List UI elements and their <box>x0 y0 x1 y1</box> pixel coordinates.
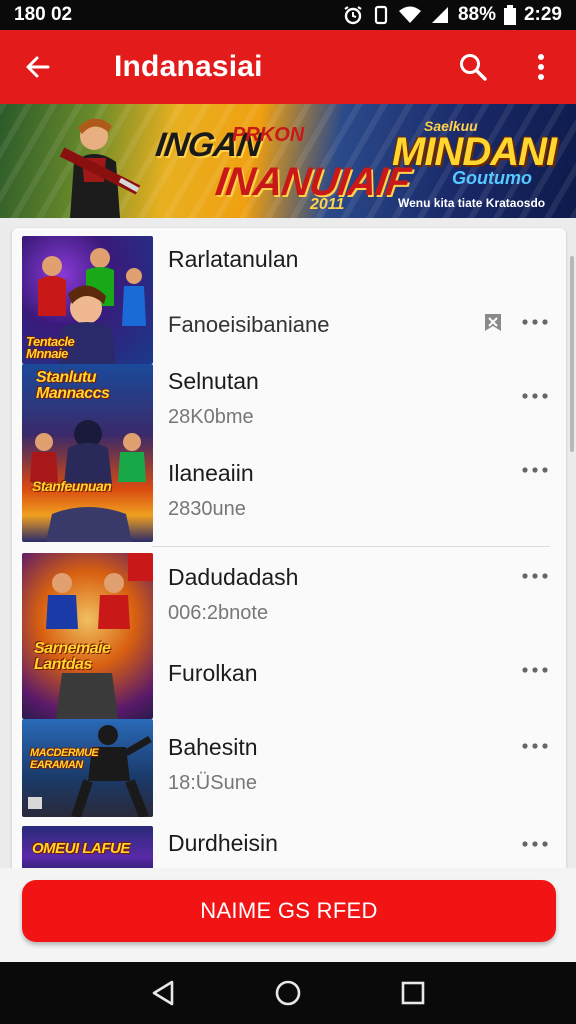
heroes-illustration <box>46 553 153 719</box>
wifi-icon <box>398 6 421 23</box>
item-title[interactable]: Selnutan <box>168 368 259 395</box>
banner-guitarist-illustration <box>60 118 140 218</box>
game-thumbnail[interactable]: Stanlutu Mannaccs Stanfeunuan <box>22 364 153 542</box>
thumbnail-caption: MACDERMUE EARAMAN <box>30 747 99 771</box>
more-dots-icon <box>522 667 548 673</box>
more-options-button[interactable] <box>520 736 550 756</box>
more-dots-icon <box>522 319 548 325</box>
item-title[interactable]: Furolkan <box>168 660 257 687</box>
game-list: Tentacle Mnnaie Stanlutu Mannaccs Stanfeun… <box>12 228 566 878</box>
back-arrow-icon <box>26 56 50 78</box>
item-title[interactable]: Fanoeisibaniane <box>168 312 329 338</box>
thumbnail-caption: OMEUI LAFUE <box>32 840 130 857</box>
more-dots-icon <box>522 841 548 847</box>
pin-icon <box>485 314 501 331</box>
more-dots-icon <box>522 743 548 749</box>
game-thumbnail[interactable]: Tentacle Mnnaie <box>22 236 153 364</box>
vibrate-icon <box>374 5 388 25</box>
nav-home-icon <box>275 980 301 1006</box>
more-options-button[interactable] <box>520 386 550 406</box>
more-dots-icon <box>522 573 548 579</box>
more-options-button[interactable] <box>520 834 550 854</box>
battery-icon <box>503 5 516 25</box>
status-time: 2:29 <box>523 4 562 25</box>
overflow-menu-icon <box>538 54 544 80</box>
status-bar: 180 02 88% 2:29 <box>0 0 576 30</box>
more-options-button[interactable] <box>520 460 550 480</box>
nav-recents-button[interactable] <box>393 973 433 1013</box>
nav-recents-icon <box>402 981 425 1005</box>
more-options-button[interactable] <box>520 566 550 586</box>
item-subtitle: 28K0bme <box>168 406 254 428</box>
thumbnail-caption: Tentacle Mnnaie <box>26 334 75 361</box>
item-title[interactable]: Durdheisin <box>168 830 278 857</box>
banner-logo-sub: Goutumo <box>452 168 532 188</box>
more-options-button[interactable] <box>520 660 550 680</box>
thumbnail-caption: Stanfeunuan <box>32 478 112 494</box>
more-dots-icon <box>522 393 548 399</box>
search-button[interactable] <box>440 30 506 104</box>
item-title[interactable]: Dadudadash <box>168 564 298 591</box>
banner-tagline: Wenu kita tiate Krataosdo <box>398 196 546 210</box>
thumbnail-caption: Sarnemaie Lantdas <box>34 640 111 673</box>
battery-percent: 88% <box>457 4 496 25</box>
more-options-button[interactable] <box>520 312 550 332</box>
back-button[interactable] <box>0 30 76 104</box>
item-title[interactable]: Rarlatanulan <box>168 246 298 273</box>
item-subtitle: 2830une <box>168 498 246 520</box>
banner-headline-1b: PRKON <box>232 124 305 146</box>
nav-back-button[interactable] <box>143 973 183 1013</box>
alarm-icon <box>344 6 362 25</box>
status-icons: 88% 2:29 <box>342 4 562 26</box>
game-thumbnail[interactable]: MACDERMUE EARAMAN <box>22 719 153 817</box>
item-subtitle: 18:ÜSune <box>168 772 257 794</box>
primary-action-button[interactable]: NAIME GS RFED <box>22 880 556 942</box>
item-title[interactable]: Ilaneaiin <box>168 460 254 487</box>
overflow-menu-button[interactable] <box>506 30 576 104</box>
nav-home-button[interactable] <box>268 973 308 1013</box>
page-title: Indanasiai <box>114 50 263 83</box>
pin-button[interactable] <box>482 312 504 334</box>
promo-banner[interactable]: INGAN PRKON INANUIAIF 2011 Saelkuu MINDA… <box>0 104 576 218</box>
game-thumbnail[interactable]: Sarnemaie Lantdas <box>22 553 153 719</box>
nav-back-icon <box>152 980 173 1006</box>
section-divider <box>152 546 550 547</box>
item-subtitle: 006:2bnote <box>168 602 269 624</box>
search-icon <box>460 54 487 81</box>
scrollbar[interactable] <box>570 256 574 452</box>
system-nav-bar <box>0 962 576 1024</box>
app-bar: Indanasiai <box>0 30 576 104</box>
thumbnail-caption: Stanlutu Mannaccs <box>36 369 110 402</box>
signal-icon <box>431 7 448 23</box>
banner-year: 2011 <box>310 196 345 213</box>
item-title[interactable]: Bahesitn <box>168 734 258 761</box>
status-left-text: 180 02 <box>14 4 73 25</box>
more-dots-icon <box>522 467 548 473</box>
